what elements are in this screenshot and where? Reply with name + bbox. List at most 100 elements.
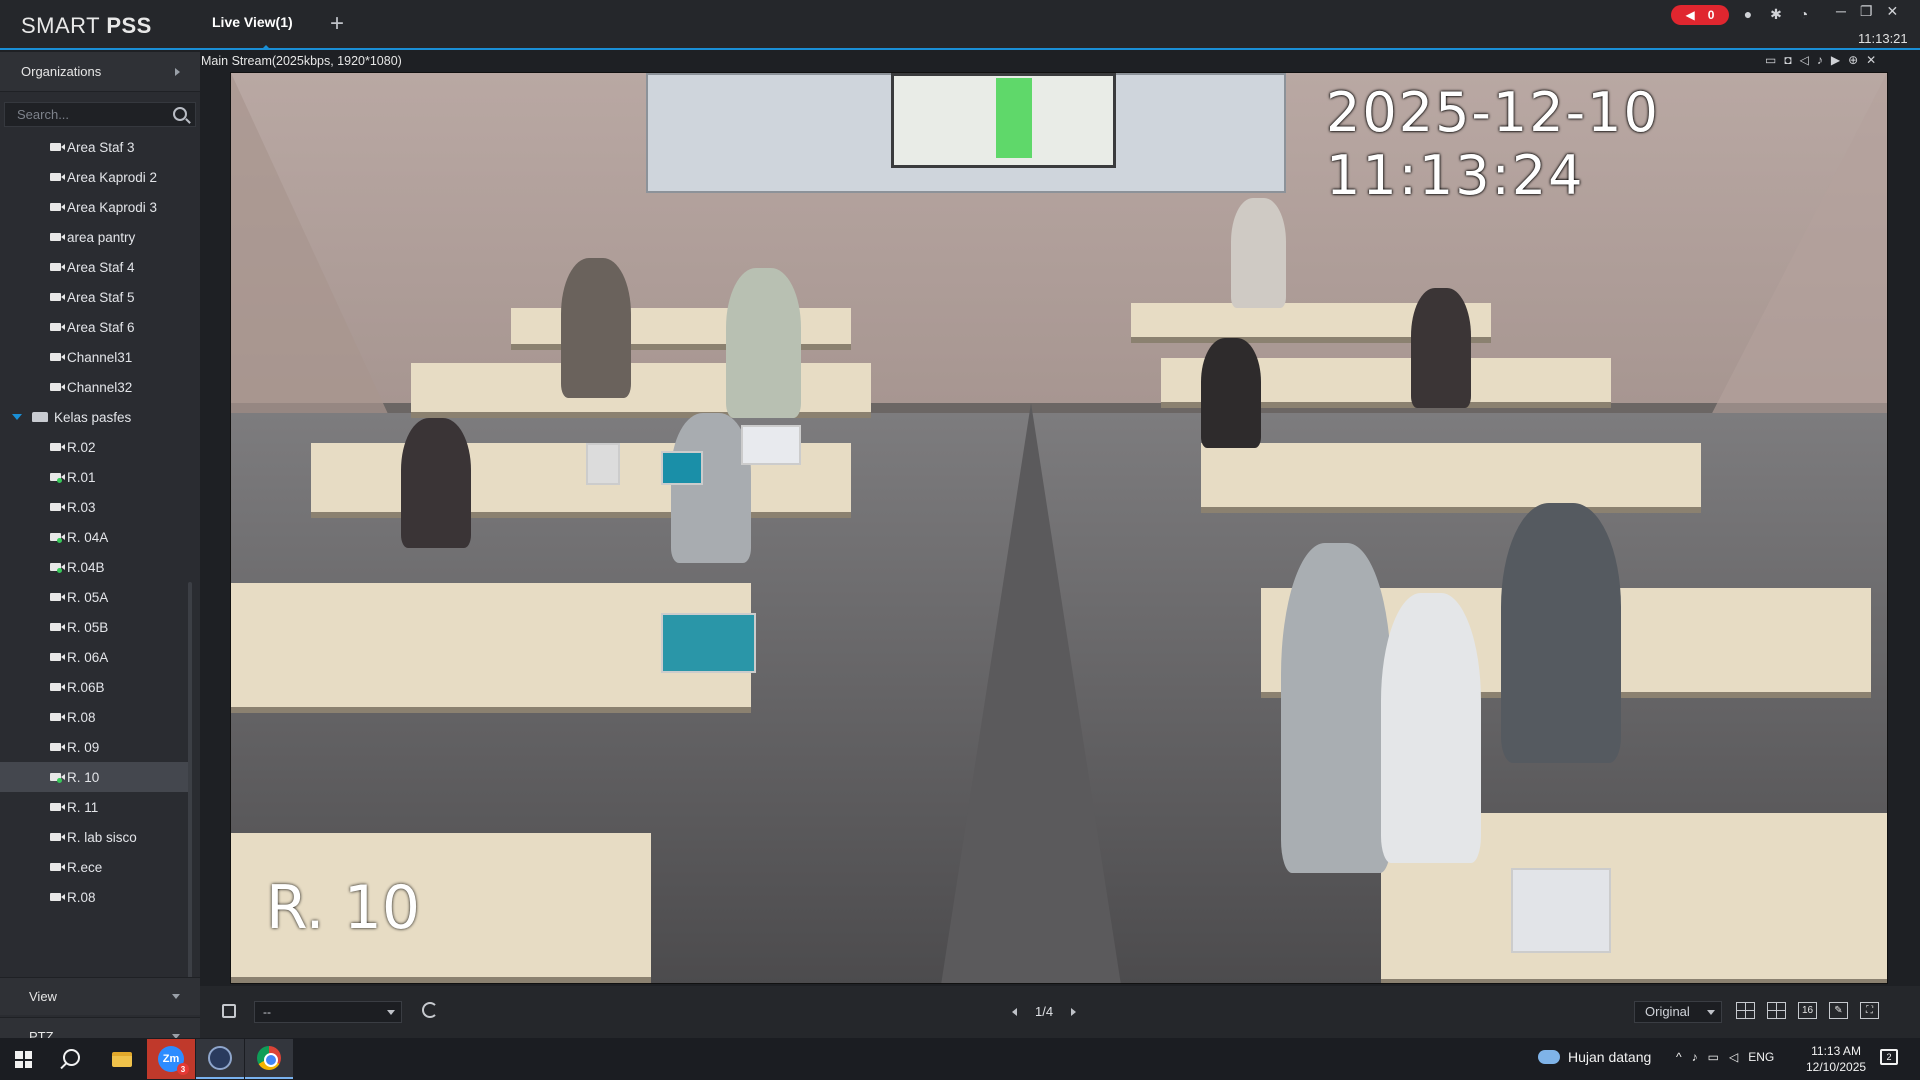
taskbar-date: 12/10/2025 bbox=[1806, 1060, 1867, 1074]
layout-9-icon[interactable] bbox=[1767, 1002, 1786, 1019]
close-button[interactable]: ✕ bbox=[1886, 3, 1898, 20]
alarm-button[interactable]: ◀ 0 bbox=[1671, 5, 1729, 25]
record-icon[interactable]: ▶ bbox=[1831, 53, 1840, 67]
tree-item-channel[interactable]: R. 09 bbox=[0, 732, 188, 762]
tree-item-channel[interactable]: Channel32 bbox=[0, 372, 188, 402]
tree-scrollbar-vertical[interactable] bbox=[188, 582, 192, 987]
zoom-in-icon[interactable]: ⊕ bbox=[1848, 53, 1858, 67]
gear-icon[interactable]: ✱ bbox=[1768, 6, 1784, 22]
tree-item-channel[interactable]: Area Staf 4 bbox=[0, 252, 188, 282]
weather-widget[interactable]: Hujan datang bbox=[1538, 1049, 1651, 1065]
custom-layout-icon[interactable]: ✎ bbox=[1829, 1002, 1848, 1019]
taskbar-file-explorer[interactable] bbox=[98, 1039, 146, 1079]
taskbar-chrome[interactable] bbox=[245, 1039, 293, 1079]
tree-item-channel[interactable]: area pantry bbox=[0, 222, 188, 252]
language-indicator[interactable]: ENG bbox=[1748, 1050, 1774, 1064]
tree-item-channel[interactable]: R. 11 bbox=[0, 792, 188, 822]
pip-icon[interactable]: ▭ bbox=[1765, 53, 1776, 67]
aspect-ratio-select[interactable]: Original bbox=[1634, 1001, 1722, 1023]
tree-item-channel[interactable]: Area Staf 5 bbox=[0, 282, 188, 312]
notification-icon[interactable]: 2 bbox=[1880, 1049, 1898, 1065]
tree-item-channel[interactable]: R.06B bbox=[0, 672, 188, 702]
tree-item-channel[interactable]: R. 05B bbox=[0, 612, 188, 642]
tree-item-label: Channel32 bbox=[67, 379, 133, 395]
stream-info: Main Stream(2025kbps, 1920*1080) bbox=[201, 54, 402, 68]
microphone-icon[interactable]: ♪ bbox=[1692, 1050, 1698, 1064]
tree-item-channel[interactable]: R. 06A bbox=[0, 642, 188, 672]
tree-item-channel[interactable]: Area Staf 6 bbox=[0, 312, 188, 342]
tree-item-label: R.08 bbox=[67, 889, 96, 905]
live-view-toolbar: -- 1/4 Original 16 ✎ ⛶ bbox=[200, 986, 1920, 1038]
tray-chevron-up-icon[interactable]: ^ bbox=[1676, 1050, 1682, 1064]
tree-item-channel[interactable]: R.08 bbox=[0, 702, 188, 732]
view-panel-header[interactable]: View bbox=[0, 977, 200, 1015]
page-navigator: 1/4 bbox=[1012, 1004, 1077, 1019]
save-view-icon[interactable] bbox=[222, 1004, 236, 1018]
layout-16-button[interactable]: 16 bbox=[1798, 1002, 1817, 1019]
tree-item-label: R. 06A bbox=[67, 649, 109, 665]
taskbar-clock[interactable]: 11:13 AM 12/10/2025 bbox=[1806, 1043, 1866, 1075]
tree-item-channel[interactable]: R.08 bbox=[0, 882, 188, 912]
video-person bbox=[1231, 198, 1286, 308]
add-tab-button[interactable]: + bbox=[330, 10, 344, 38]
tree-item-channel[interactable]: R.03 bbox=[0, 492, 188, 522]
next-page-icon[interactable] bbox=[1071, 1007, 1077, 1016]
tree-item-channel[interactable]: R. 04A bbox=[0, 522, 188, 552]
tree-group-kelas-pasfes[interactable]: Kelas pasfes bbox=[0, 402, 188, 432]
taskbar-smart-pss[interactable] bbox=[196, 1039, 244, 1079]
camera-icon bbox=[50, 233, 65, 241]
organizations-label: Organizations bbox=[21, 64, 102, 79]
volume-icon[interactable]: ◁ bbox=[1729, 1050, 1738, 1064]
user-icon[interactable]: ● bbox=[1740, 6, 1756, 22]
minimize-button[interactable]: ─ bbox=[1836, 3, 1846, 20]
tree-item-channel[interactable]: R. 05A bbox=[0, 582, 188, 612]
tree-item-label: Channel31 bbox=[67, 349, 133, 365]
video-aisle bbox=[941, 403, 1121, 983]
taskbar-zoom[interactable]: Zm 3 bbox=[147, 1039, 195, 1079]
gauge-icon[interactable]: ◔ bbox=[1796, 6, 1812, 22]
camera-icon bbox=[50, 833, 65, 841]
tree-item-channel[interactable]: Channel31 bbox=[0, 342, 188, 372]
taskbar-time: 11:13 AM bbox=[1811, 1044, 1861, 1058]
chevron-down-icon bbox=[387, 1010, 395, 1015]
camera-icon bbox=[50, 773, 65, 783]
camera-icon bbox=[50, 593, 65, 601]
tree-item-label: R.08 bbox=[67, 709, 96, 725]
fullscreen-icon[interactable]: ⛶ bbox=[1860, 1002, 1879, 1019]
tree-item-channel[interactable]: Area Kaprodi 2 bbox=[0, 162, 188, 192]
tree-item-channel[interactable]: Area Kaprodi 3 bbox=[0, 192, 188, 222]
tree-item-channel[interactable]: R. 10 bbox=[0, 762, 188, 792]
tree-item-channel[interactable]: R.04B bbox=[0, 552, 188, 582]
prev-page-icon[interactable] bbox=[1012, 1007, 1017, 1016]
close-stream-icon[interactable]: ✕ bbox=[1866, 53, 1876, 67]
camera-icon bbox=[50, 263, 65, 271]
snapshot-icon[interactable]: ◘ bbox=[1784, 53, 1791, 67]
tab-active-indicator bbox=[262, 45, 270, 49]
organizations-header[interactable]: Organizations bbox=[0, 52, 200, 92]
tab-live-view[interactable]: Live View(1) bbox=[212, 14, 293, 30]
osd-channel-name: R. 10 bbox=[266, 873, 421, 943]
tree-item-channel[interactable]: R.ece bbox=[0, 852, 188, 882]
restore-button[interactable]: ❐ bbox=[1860, 3, 1873, 20]
refresh-icon[interactable] bbox=[422, 1002, 438, 1018]
tree-item-channel[interactable]: Area Staf 3 bbox=[0, 132, 188, 162]
network-icon[interactable]: ▭ bbox=[1708, 1050, 1719, 1064]
tree-item-label: R. lab sisco bbox=[67, 829, 137, 845]
system-tray: ^ ♪ ▭ ◁ ENG bbox=[1676, 1050, 1774, 1064]
audio-icon[interactable]: ◁ bbox=[1800, 53, 1809, 67]
tree-item-label: R. 04A bbox=[67, 529, 109, 545]
taskbar-search-icon[interactable] bbox=[63, 1049, 80, 1066]
windows-start-icon[interactable] bbox=[15, 1051, 32, 1068]
search-input[interactable] bbox=[5, 103, 195, 126]
tree-item-channel[interactable]: R.01 bbox=[0, 462, 188, 492]
tree-item-channel[interactable]: R. lab sisco bbox=[0, 822, 188, 852]
tree-item-channel[interactable]: R.02 bbox=[0, 432, 188, 462]
windows-taskbar: Zm 3 Hujan datang ^ ♪ ▭ ◁ ENG 11:13 AM 12… bbox=[0, 1038, 1920, 1080]
layout-4-icon[interactable] bbox=[1736, 1002, 1755, 1019]
microphone-icon[interactable]: ♪ bbox=[1817, 53, 1823, 67]
video-window[interactable]: 2025-12-10 11:13:24 R. 10 bbox=[230, 72, 1888, 984]
video-person bbox=[1281, 543, 1391, 873]
view-select[interactable]: -- bbox=[254, 1001, 402, 1023]
search-icon[interactable] bbox=[173, 107, 187, 121]
caret-down-icon[interactable] bbox=[12, 414, 22, 420]
